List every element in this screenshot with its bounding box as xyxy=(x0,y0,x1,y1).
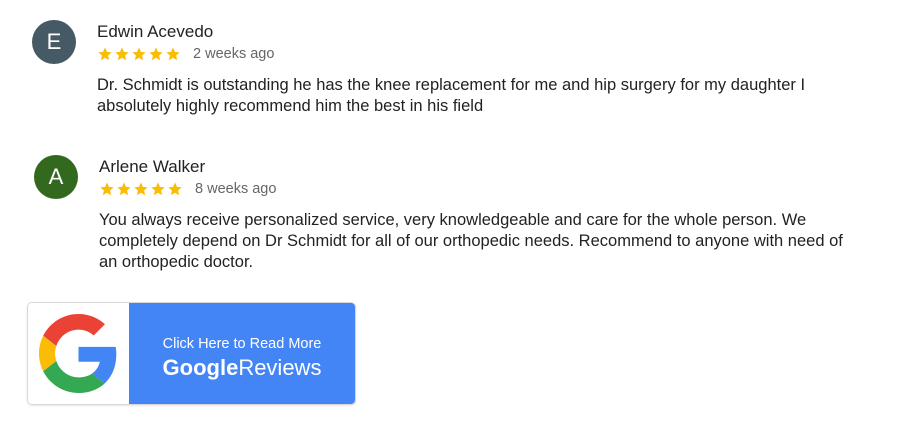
star-icon xyxy=(131,46,147,62)
star-icon xyxy=(99,181,115,197)
star-icon xyxy=(116,181,132,197)
reviewer-name[interactable]: Arlene Walker xyxy=(99,157,205,177)
cta-brand: Google xyxy=(162,355,239,380)
google-g-icon xyxy=(39,314,117,393)
cta-word: Reviews xyxy=(238,355,322,380)
review-meta: 2 weeks ago xyxy=(97,44,274,64)
star-icon xyxy=(167,181,183,197)
star-rating xyxy=(97,46,181,62)
star-icon xyxy=(133,181,149,197)
read-google-reviews-button[interactable]: Click Here to Read More GoogleReviews xyxy=(28,303,355,404)
star-icon xyxy=(97,46,113,62)
star-rating xyxy=(99,181,183,197)
google-logo-panel xyxy=(28,303,129,404)
cta-line1: Click Here to Read More xyxy=(162,336,322,352)
google-cta-panel: Click Here to Read More GoogleReviews xyxy=(129,303,355,404)
review-text: You always receive personalized service,… xyxy=(99,211,843,271)
star-icon xyxy=(165,46,181,62)
star-icon xyxy=(150,181,166,197)
star-icon xyxy=(148,46,164,62)
review-time: 8 weeks ago xyxy=(195,181,277,197)
cta-line2: GoogleReviews xyxy=(129,355,355,381)
review-time: 2 weeks ago xyxy=(193,46,275,62)
review-meta: 8 weeks ago xyxy=(99,179,276,199)
star-icon xyxy=(114,46,130,62)
reviewer-name[interactable]: Edwin Acevedo xyxy=(97,22,213,42)
avatar[interactable]: A xyxy=(34,155,78,199)
review-text: Dr. Schmidt is outstanding he has the kn… xyxy=(97,76,806,115)
avatar[interactable]: E xyxy=(32,20,76,64)
